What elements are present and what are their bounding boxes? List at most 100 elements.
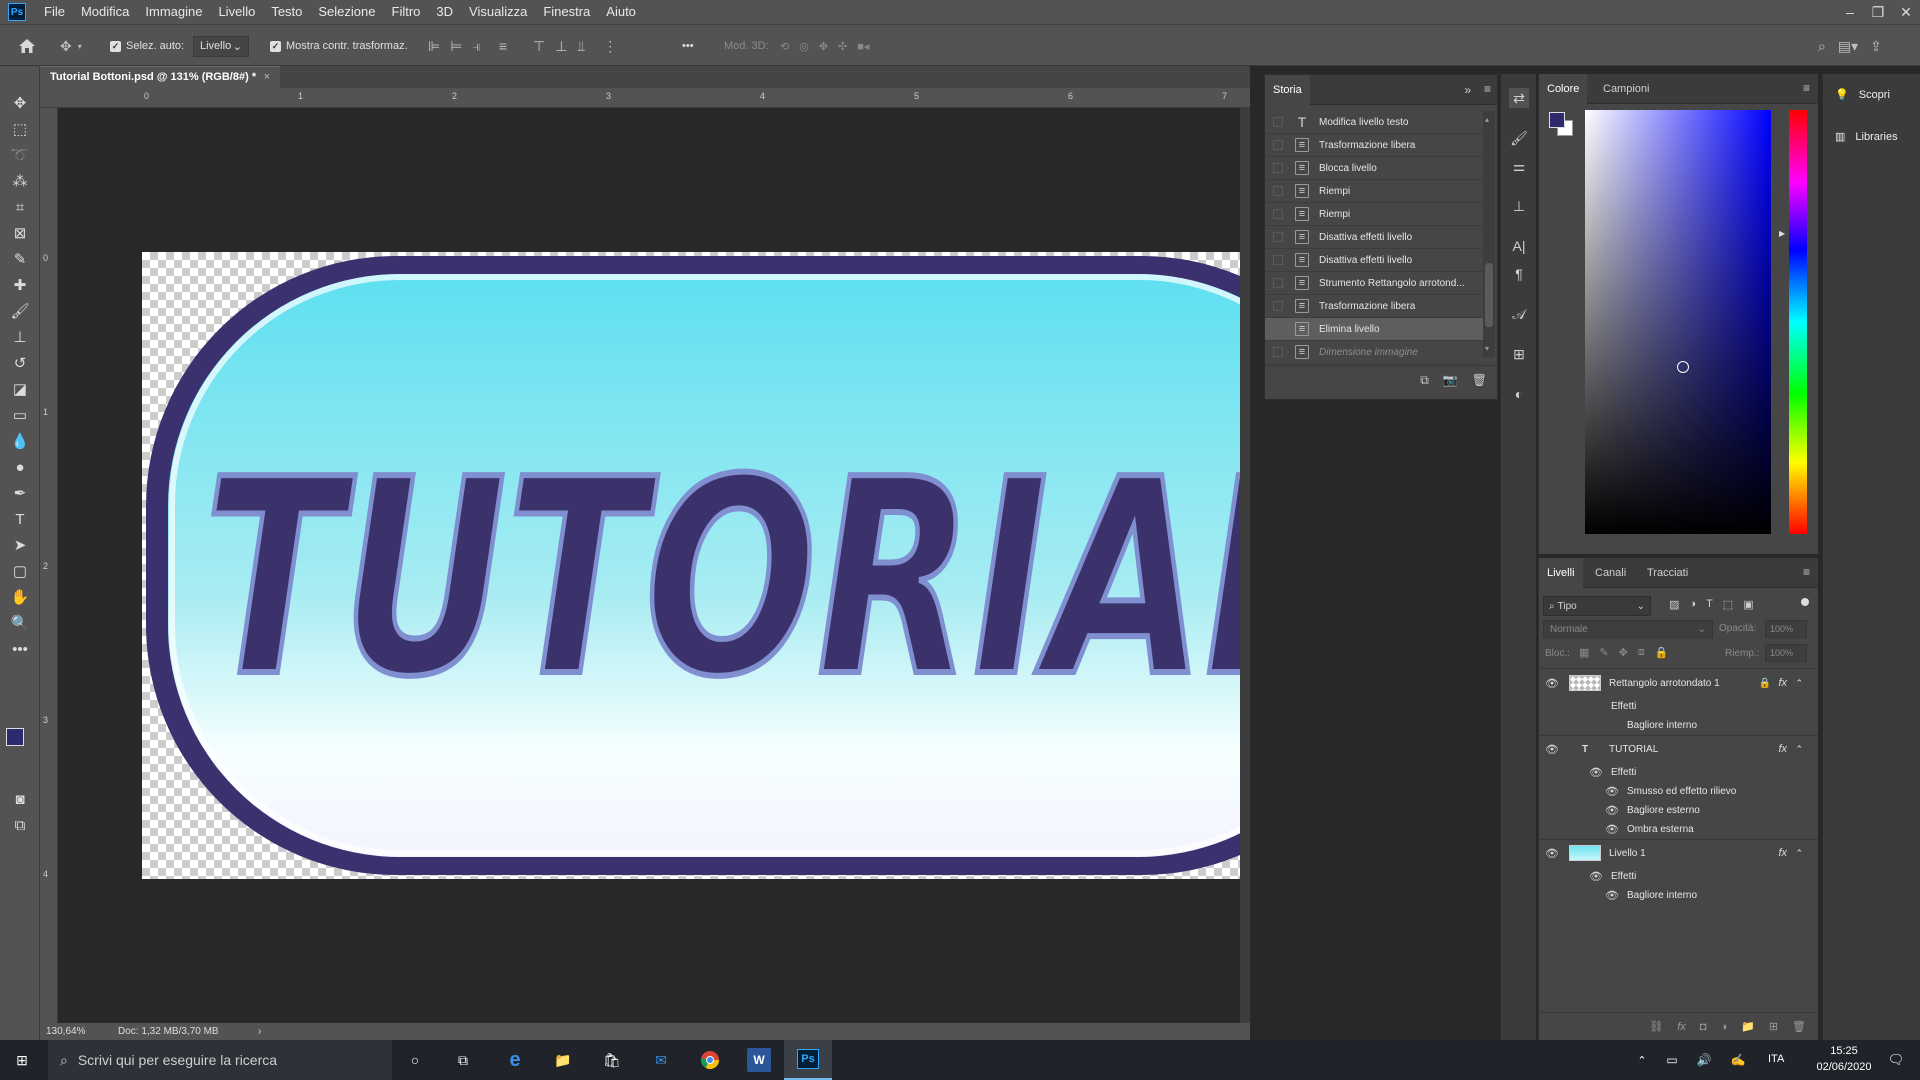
lock-all-icon[interactable]: 🔒 <box>1655 646 1669 659</box>
discover-button[interactable]: 💡 Scopri <box>1835 88 1890 102</box>
tab-campioni[interactable]: Campioni <box>1595 74 1657 104</box>
align-bottom-icon[interactable]: ⫫ <box>577 38 585 55</box>
fx-icon[interactable]: fx <box>1778 677 1787 689</box>
history-state-row[interactable]: ≡ Strumento Rettangolo arrotond... <box>1265 272 1483 295</box>
visibility-eye-icon[interactable]: 👁 <box>1543 677 1561 690</box>
volume-icon[interactable]: 🔊 <box>1692 1048 1716 1072</box>
hand-tool-icon[interactable]: ✋ <box>8 586 32 608</box>
layer-effect-item[interactable]: 👁 Ombra esterna <box>1543 820 1807 838</box>
distribute-icon[interactable]: ≡ <box>499 38 507 54</box>
layer-effect-item[interactable]: 👁 Smusso ed effetto rilievo <box>1543 782 1807 800</box>
chevron-up-icon[interactable]: ⌃ <box>1795 744 1803 755</box>
network-icon[interactable]: ▭ <box>1660 1048 1684 1072</box>
fill-field[interactable]: 100% <box>1765 644 1807 662</box>
menu-3d[interactable]: 3D <box>428 0 461 24</box>
layer-row[interactable]: 👁 T TUTORIAL fx ⌃ <box>1543 736 1807 762</box>
history-brush-source-box[interactable] <box>1273 278 1283 288</box>
type-tool-icon[interactable]: T <box>8 508 32 530</box>
menu-file[interactable]: File <box>36 0 73 24</box>
trash-icon[interactable]: 🗑 <box>1792 1020 1806 1033</box>
properties-icon[interactable]: ⊞ <box>1509 344 1529 364</box>
layer-effect-item[interactable]: Bagliore interno <box>1543 716 1807 734</box>
store-icon[interactable]: 🛍 <box>600 1048 624 1072</box>
move-tool-preset-icon[interactable]: ✥ ▾ <box>60 25 82 67</box>
taskbar-clock[interactable]: 15:25 02/06/2020 <box>1808 1043 1880 1075</box>
orbit-3d-icon[interactable]: ⟲ <box>780 40 789 53</box>
more-options-button[interactable]: ••• <box>682 25 694 67</box>
history-state-row[interactable]: ≡ Trasformazione libera <box>1265 134 1483 157</box>
hue-slider-handle-icon[interactable]: ▶ <box>1779 229 1785 238</box>
history-scrollbar[interactable]: ▴ ▾ <box>1483 111 1495 357</box>
align-middle-v-icon[interactable]: ⊥ <box>555 38 567 55</box>
styles-icon[interactable]: ◐ <box>1509 384 1529 404</box>
lock-image-pixels-icon[interactable]: ✎ <box>1599 646 1608 659</box>
foreground-color-swatch[interactable] <box>6 728 24 746</box>
slide-3d-icon[interactable]: ✣ <box>838 40 847 53</box>
distribute-v-icon[interactable]: ⋮ <box>603 38 617 55</box>
add-mask-icon[interactable]: ◘ <box>1700 1021 1707 1033</box>
history-brush-source-box[interactable] <box>1273 347 1283 357</box>
status-menu-icon[interactable]: › <box>258 1026 261 1037</box>
visibility-eye-icon[interactable]: 👁 <box>1587 766 1605 779</box>
new-fill-adjustment-icon[interactable]: ◑ <box>1720 1021 1727 1033</box>
filter-smart-object-icon[interactable]: ▣ <box>1743 598 1753 611</box>
close-window-icon[interactable]: ✕ <box>1892 4 1920 21</box>
history-brush-source-box[interactable] <box>1273 117 1283 127</box>
color-picker-cursor[interactable] <box>1677 361 1689 373</box>
workspace-icon[interactable]: ▤▾ <box>1838 38 1858 55</box>
hue-slider[interactable] <box>1789 110 1807 534</box>
menu-immagine[interactable]: Immagine <box>137 0 210 24</box>
layer-effect-item[interactable]: 👁 Bagliore interno <box>1543 886 1807 904</box>
lasso-tool-icon[interactable]: ➰ <box>8 144 32 166</box>
align-left-icon[interactable]: ⊫ <box>428 38 440 55</box>
lock-position-icon[interactable]: ✥ <box>1619 646 1628 659</box>
history-state-row[interactable]: ≡ Trasformazione libera <box>1265 295 1483 318</box>
layer-filter-dropdown[interactable]: ⌕ Tipo ⌄ <box>1543 596 1651 616</box>
visibility-eye-icon[interactable]: 👁 <box>1603 823 1621 836</box>
foreground-color-swatch[interactable] <box>1549 112 1565 128</box>
saturation-brightness-field[interactable] <box>1585 110 1771 534</box>
auto-select-checkbox[interactable]: ✓ Selez. auto: <box>110 25 184 67</box>
lock-transparent-pixels-icon[interactable]: ▦ <box>1579 646 1589 659</box>
scale-3d-icon[interactable]: ■◂ <box>857 40 869 53</box>
brush-tool-icon[interactable]: 🖌 <box>8 300 32 322</box>
history-brush-tool-icon[interactable]: ↺ <box>8 352 32 374</box>
blur-tool-icon[interactable]: 💧 <box>8 430 32 452</box>
healing-brush-tool-icon[interactable]: ✚ <box>8 274 32 296</box>
photoshop-taskbar-button[interactable]: Ps <box>784 1040 832 1080</box>
visibility-eye-icon[interactable]: 👁 <box>1543 847 1561 860</box>
blend-mode-dropdown[interactable]: Normale ⌄ <box>1543 620 1713 638</box>
visibility-eye-icon[interactable]: 👁 <box>1603 785 1621 798</box>
fx-icon[interactable]: fx <box>1778 847 1787 859</box>
home-icon[interactable] <box>18 25 36 67</box>
new-layer-icon[interactable]: ⊞ <box>1769 1020 1778 1033</box>
layer-row[interactable]: 👁 Rettangolo arrotondato 1 🔒 fx ⌃ <box>1543 670 1807 696</box>
zoom-tool-icon[interactable]: 🔍 <box>8 612 32 634</box>
filter-pixel-icon[interactable]: ▨ <box>1669 598 1679 611</box>
history-brush-source-box[interactable] <box>1273 163 1283 173</box>
pan-3d-icon[interactable]: ✥ <box>819 40 828 53</box>
visibility-eye-icon[interactable]: 👁 <box>1587 870 1605 883</box>
tab-canali[interactable]: Canali <box>1587 558 1634 588</box>
screen-mode-icon[interactable]: ⧉ <box>8 814 32 836</box>
edge-icon[interactable]: e <box>503 1048 527 1072</box>
gradient-tool-icon[interactable]: ▭ <box>8 404 32 426</box>
menu-aiuto[interactable]: Aiuto <box>598 0 644 24</box>
document-tab[interactable]: Tutorial Bottoni.psd @ 131% (RGB/8#) * × <box>40 66 280 88</box>
history-brush-source-box[interactable] <box>1273 186 1283 196</box>
path-selection-tool-icon[interactable]: ➤ <box>8 534 32 556</box>
zoom-level[interactable]: 130,64% <box>46 1026 118 1037</box>
chrome-icon[interactable] <box>698 1048 722 1072</box>
tab-storia[interactable]: Storia <box>1265 75 1310 105</box>
history-panel-icon[interactable]: ⇄ <box>1509 88 1529 108</box>
layer-row[interactable]: 👁 Livello 1 fx ⌃ <box>1543 840 1807 866</box>
tab-tracciati[interactable]: Tracciati <box>1639 558 1696 588</box>
new-document-from-state-icon[interactable]: ⧉ <box>1420 373 1429 388</box>
cortana-icon[interactable]: ○ <box>403 1048 427 1072</box>
marquee-tool-icon[interactable]: ⬚ <box>8 118 32 140</box>
lock-artboard-icon[interactable]: ⧈ <box>1638 646 1645 659</box>
taskbar-search-box[interactable]: ⌕ Scrivi qui per eseguire la ricerca <box>48 1040 392 1080</box>
search-icon[interactable]: ⌕ <box>1818 38 1826 55</box>
filter-toggle[interactable] <box>1801 598 1809 606</box>
history-state-row[interactable]: ≡ Riempi <box>1265 180 1483 203</box>
